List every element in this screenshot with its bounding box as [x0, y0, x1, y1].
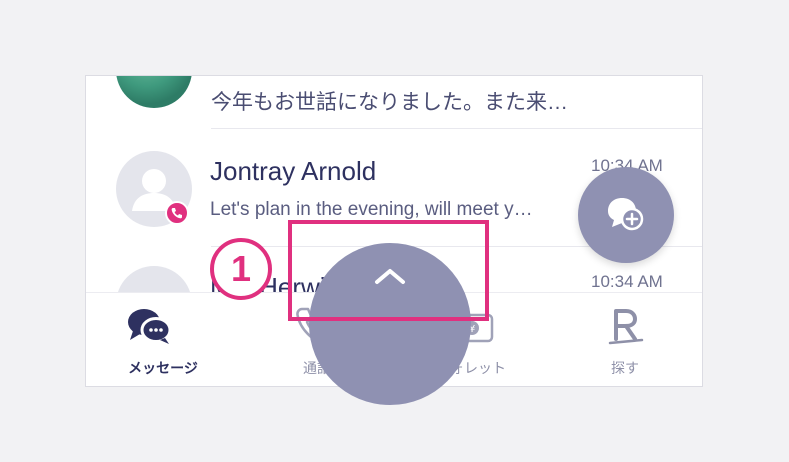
step-number-badge: 1 [210, 238, 272, 300]
tab-search[interactable]: 探す [548, 293, 702, 386]
chat-bubbles-icon [128, 309, 172, 344]
new-chat-icon [608, 198, 644, 231]
rakuten-r-icon [608, 309, 644, 345]
call-badge-icon [165, 201, 189, 225]
chat-preview: 今年もお世話になりました。また来… [211, 91, 568, 114]
highlight-box [288, 220, 489, 321]
contact-avatar [116, 76, 192, 108]
tab-messages[interactable]: メッセージ [86, 293, 240, 386]
message-time: 10:34 AM [591, 272, 663, 291]
tab-label: 探す [611, 360, 639, 376]
new-chat-button[interactable] [578, 167, 674, 263]
contact-name: Jontray Arnold [210, 156, 377, 186]
tab-label: メッセージ [128, 360, 198, 376]
row-divider [211, 128, 702, 129]
chat-preview: Let's plan in the evening, will meet y… [210, 199, 533, 220]
